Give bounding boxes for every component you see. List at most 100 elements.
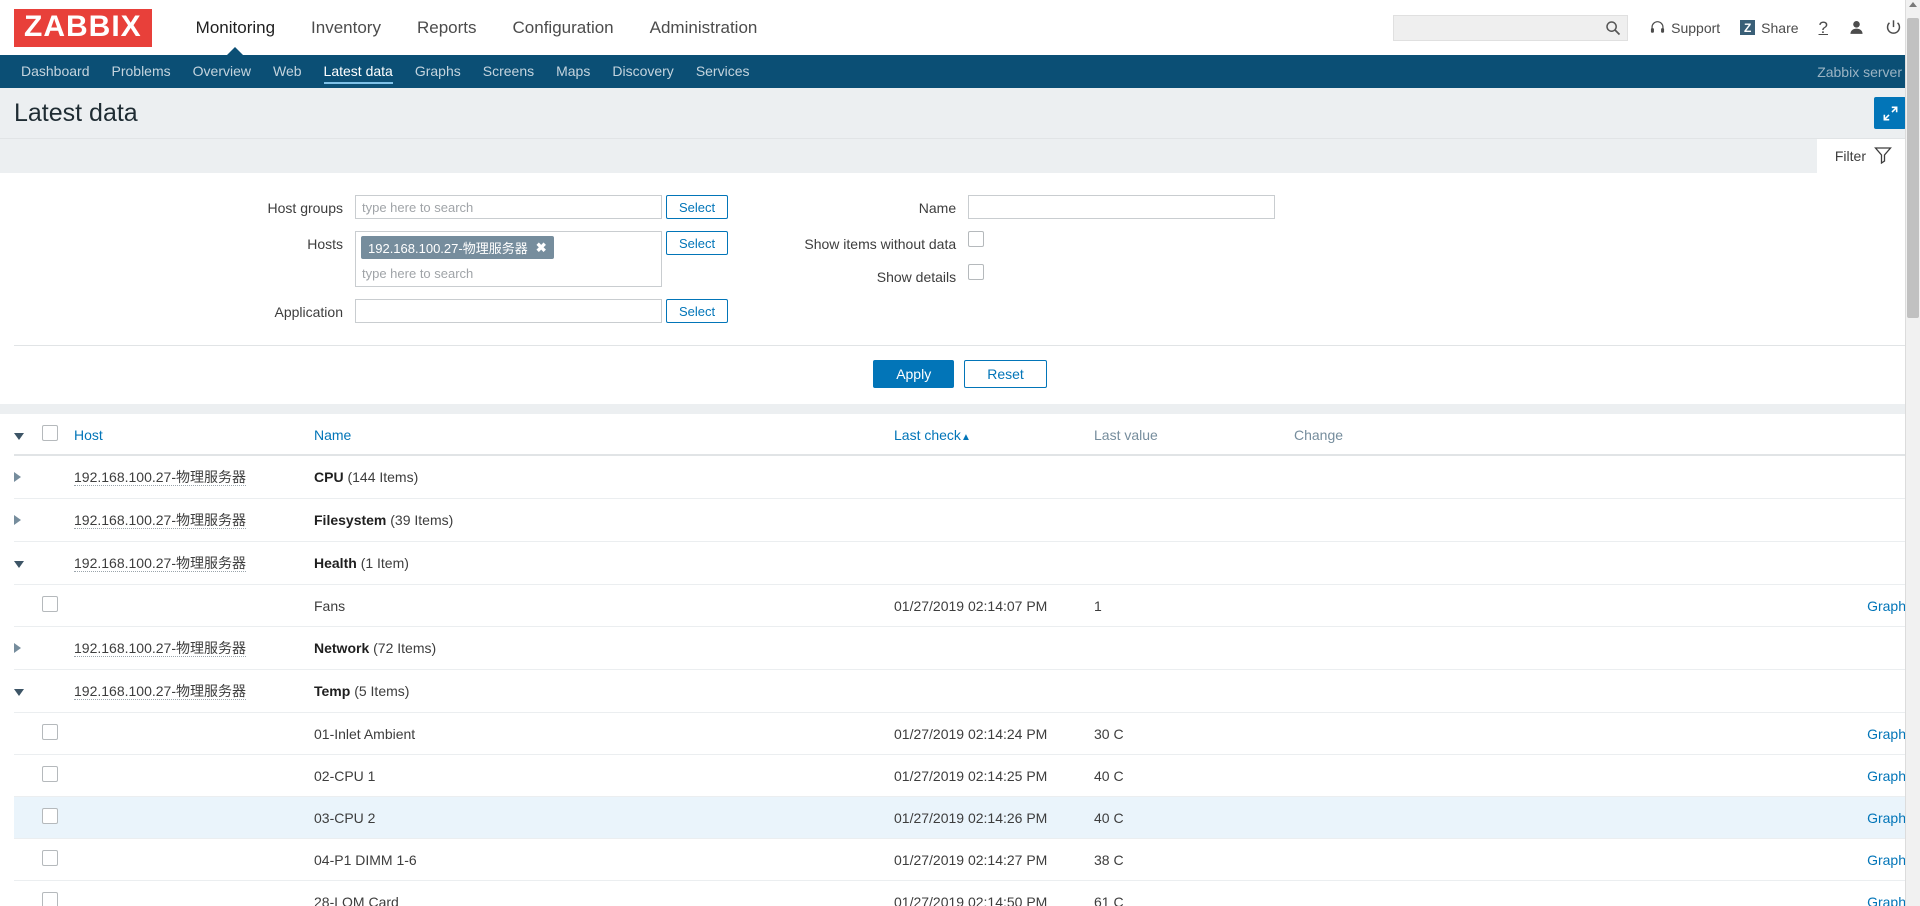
select-all-header[interactable] <box>42 414 74 456</box>
subnav-web[interactable]: Web <box>262 55 313 88</box>
graph-link[interactable]: Graph <box>1867 726 1906 742</box>
row-checkbox-cell[interactable] <box>42 880 74 906</box>
table-row[interactable]: 192.168.100.27-物理服务器 CPU (144 Items) <box>14 455 1906 499</box>
row-expander[interactable] <box>14 669 42 713</box>
row-checkbox-cell[interactable] <box>42 712 74 755</box>
host-link[interactable]: 192.168.100.27-物理服务器 <box>74 512 246 529</box>
graph-link[interactable]: Graph <box>1867 810 1906 826</box>
host-groups-input[interactable] <box>355 195 662 219</box>
row-expander[interactable] <box>14 498 42 542</box>
table-row[interactable]: 192.168.100.27-物理服务器 Filesystem (39 Item… <box>14 498 1906 542</box>
column-host[interactable]: Host <box>74 414 314 456</box>
host-chip[interactable]: 192.168.100.27-物理服务器 ✖ <box>361 236 554 259</box>
subnav-problems[interactable]: Problems <box>101 55 182 88</box>
row-checkbox[interactable] <box>42 766 58 782</box>
user-icon[interactable] <box>1848 19 1865 36</box>
hosts-multiselect[interactable]: 192.168.100.27-物理服务器 ✖ <box>355 231 662 287</box>
row-graph[interactable]: Graph <box>1474 584 1906 627</box>
row-checkbox-cell[interactable] <box>42 584 74 627</box>
search-icon[interactable] <box>1605 20 1621 36</box>
table-row[interactable]: 02-CPU 1 01/27/2019 02:14:25 PM 40 C Gra… <box>14 754 1906 797</box>
name-input[interactable] <box>968 195 1276 219</box>
host-link[interactable]: 192.168.100.27-物理服务器 <box>74 555 246 572</box>
kiosk-mode-button[interactable] <box>1874 97 1906 129</box>
select-all-checkbox[interactable] <box>42 425 58 441</box>
hosts-input[interactable] <box>361 263 656 286</box>
reset-button[interactable]: Reset <box>964 360 1047 388</box>
page-scrollbar[interactable] <box>1905 0 1920 906</box>
table-row[interactable]: 28-LOM Card 01/27/2019 02:14:50 PM 61 C … <box>14 880 1906 906</box>
row-host[interactable]: 192.168.100.27-物理服务器 <box>74 541 314 585</box>
graph-link[interactable]: Graph <box>1867 852 1906 868</box>
help-icon[interactable]: ? <box>1819 18 1828 38</box>
subnav-screens[interactable]: Screens <box>472 55 545 88</box>
subnav-maps[interactable]: Maps <box>545 55 601 88</box>
row-host[interactable]: 192.168.100.27-物理服务器 <box>74 626 314 670</box>
nav-configuration[interactable]: Configuration <box>495 0 632 55</box>
row-graph[interactable]: Graph <box>1474 712 1906 755</box>
row-host[interactable]: 192.168.100.27-物理服务器 <box>74 455 314 499</box>
application-input[interactable] <box>355 299 662 323</box>
table-row[interactable]: 03-CPU 2 01/27/2019 02:14:26 PM 40 C Gra… <box>14 796 1906 839</box>
graph-link[interactable]: Graph <box>1867 894 1906 906</box>
row-checkbox[interactable] <box>42 892 58 906</box>
row-graph[interactable]: Graph <box>1474 838 1906 881</box>
nav-reports[interactable]: Reports <box>399 0 495 55</box>
row-checkbox[interactable] <box>42 808 58 824</box>
scroll-up-icon[interactable] <box>1909 2 1917 7</box>
subnav-graphs[interactable]: Graphs <box>404 55 472 88</box>
table-row[interactable]: 192.168.100.27-物理服务器 Network (72 Items) <box>14 626 1906 670</box>
row-checkbox-cell[interactable] <box>42 838 74 881</box>
row-graph[interactable]: Graph <box>1474 796 1906 839</box>
row-host[interactable]: 192.168.100.27-物理服务器 <box>74 498 314 542</box>
host-groups-select-button[interactable]: Select <box>666 195 729 219</box>
column-last-check[interactable]: Last check▲ <box>894 414 1094 456</box>
chevron-down-icon[interactable] <box>14 432 24 440</box>
column-last-check-link[interactable]: Last check <box>894 427 961 443</box>
show-items-without-data-checkbox[interactable] <box>968 231 985 247</box>
row-graph[interactable]: Graph <box>1474 754 1906 797</box>
chevron-right-icon[interactable] <box>14 515 21 525</box>
apply-button[interactable]: Apply <box>873 360 955 388</box>
subnav-overview[interactable]: Overview <box>182 55 262 88</box>
row-graph[interactable]: Graph <box>1474 880 1906 906</box>
subnav-latest-data[interactable]: Latest data <box>313 55 404 88</box>
table-row[interactable]: 04-P1 DIMM 1-6 01/27/2019 02:14:27 PM 38… <box>14 838 1906 881</box>
close-icon[interactable]: ✖ <box>536 240 547 256</box>
chevron-down-icon[interactable] <box>14 689 24 696</box>
column-name[interactable]: Name <box>314 414 894 456</box>
show-details-checkbox[interactable] <box>968 264 985 280</box>
host-link[interactable]: 192.168.100.27-物理服务器 <box>74 469 246 486</box>
column-name-link[interactable]: Name <box>314 427 351 443</box>
host-link[interactable]: 192.168.100.27-物理服务器 <box>74 683 246 700</box>
nav-inventory[interactable]: Inventory <box>293 0 399 55</box>
chevron-down-icon[interactable] <box>14 561 24 568</box>
nav-monitoring[interactable]: Monitoring <box>178 0 293 56</box>
graph-link[interactable]: Graph <box>1867 598 1906 614</box>
share-link[interactable]: Z Share <box>1740 20 1799 36</box>
support-link[interactable]: Support <box>1650 20 1720 36</box>
zabbix-logo[interactable]: ZABBIX <box>14 8 152 47</box>
table-row[interactable]: 192.168.100.27-物理服务器 Health (1 Item) <box>14 541 1906 585</box>
row-checkbox-cell[interactable] <box>42 796 74 839</box>
table-row[interactable]: 192.168.100.27-物理服务器 Temp (5 Items) <box>14 669 1906 713</box>
host-link[interactable]: 192.168.100.27-物理服务器 <box>74 640 246 657</box>
graph-link[interactable]: Graph <box>1867 768 1906 784</box>
subnav-dashboard[interactable]: Dashboard <box>10 55 101 88</box>
row-checkbox[interactable] <box>42 724 58 740</box>
power-icon[interactable] <box>1885 19 1902 36</box>
table-row[interactable]: 01-Inlet Ambient 01/27/2019 02:14:24 PM … <box>14 712 1906 755</box>
scrollbar-thumb[interactable] <box>1907 18 1919 318</box>
row-host[interactable]: 192.168.100.27-物理服务器 <box>74 669 314 713</box>
table-row[interactable]: Fans 01/27/2019 02:14:07 PM 1 Graph <box>14 584 1906 627</box>
chevron-right-icon[interactable] <box>14 643 21 653</box>
row-expander[interactable] <box>14 626 42 670</box>
row-expander[interactable] <box>14 541 42 585</box>
row-checkbox[interactable] <box>42 596 58 612</box>
column-host-link[interactable]: Host <box>74 427 103 443</box>
filter-tab[interactable]: Filter <box>1816 139 1906 173</box>
subnav-services[interactable]: Services <box>685 55 761 88</box>
global-search[interactable] <box>1393 14 1629 41</box>
subnav-discovery[interactable]: Discovery <box>601 55 684 88</box>
row-checkbox[interactable] <box>42 850 58 866</box>
